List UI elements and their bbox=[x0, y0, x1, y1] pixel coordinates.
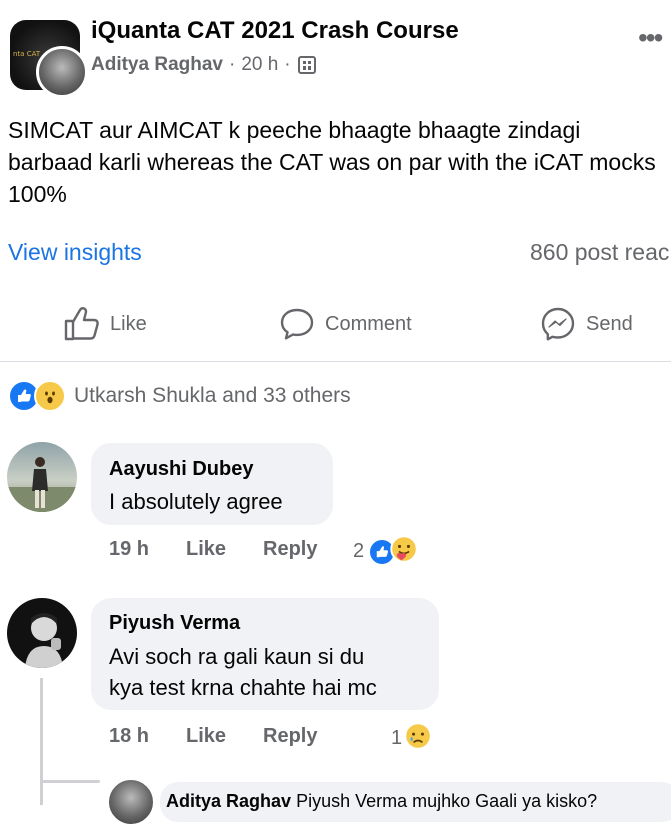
comment-reactions[interactable]: 1 bbox=[391, 722, 432, 755]
comment-bubble[interactable]: Aayushi Dubey I absolutely agree bbox=[91, 443, 333, 525]
view-insights-link[interactable]: View insights bbox=[8, 239, 142, 266]
reply-bubble[interactable]: Aditya Raghav Piyush Verma mujhko Gaali … bbox=[160, 782, 671, 822]
sad-reaction-icon bbox=[404, 722, 432, 755]
reply-text: Piyush Verma mujhko Gaali ya kisko? bbox=[296, 791, 598, 811]
commenter-name[interactable]: Piyush Verma bbox=[109, 612, 240, 635]
send-label: Send bbox=[586, 312, 633, 335]
author-name[interactable]: Aditya Raghav bbox=[91, 54, 223, 76]
comment-reaction-count: 2 bbox=[353, 540, 365, 562]
comment-time[interactable]: 19 h bbox=[109, 538, 149, 561]
post-body: SIMCAT aur AIMCAT k peeche bhaagte bhaag… bbox=[8, 117, 656, 207]
more-options-icon[interactable]: ••• bbox=[638, 22, 663, 54]
comment-like-button[interactable]: Like bbox=[186, 725, 226, 748]
reply-thread-branch bbox=[40, 780, 100, 783]
commenter-avatar[interactable] bbox=[7, 442, 77, 512]
comment-reply-button[interactable]: Reply bbox=[263, 725, 317, 748]
comment-reactions[interactable]: 2 bbox=[353, 535, 418, 568]
person-photo-icon bbox=[7, 457, 77, 512]
reactions-summary-text: Utkarsh Shukla and 33 others bbox=[74, 384, 351, 407]
comment-time[interactable]: 18 h bbox=[109, 725, 149, 748]
reply-avatar[interactable] bbox=[107, 778, 155, 826]
divider bbox=[0, 361, 671, 362]
comment-reply-button[interactable]: Reply bbox=[263, 538, 317, 561]
commenter-avatar[interactable] bbox=[7, 598, 77, 668]
author-avatar[interactable] bbox=[36, 46, 88, 98]
comment-text-line-2: kya test krna chahte hai mc bbox=[109, 675, 377, 700]
post-meta: Aditya Raghav · 20 h · bbox=[91, 54, 317, 76]
meta-separator-2: · bbox=[284, 54, 291, 75]
post-actions: Like Comment Send bbox=[0, 296, 671, 352]
group-avatar-text: nta CAT bbox=[13, 50, 41, 58]
comment-text: I absolutely agree bbox=[109, 489, 283, 514]
post-time[interactable]: 20 h bbox=[241, 54, 278, 76]
send-button[interactable]: Send bbox=[540, 296, 633, 352]
like-button[interactable]: Like bbox=[62, 296, 147, 352]
comment-text-line-1: Avi soch ra gali kaun si du bbox=[109, 644, 365, 669]
comment-bubble-icon bbox=[280, 308, 314, 340]
comment-bubble[interactable]: Piyush Verma Avi soch ra gali kaun si du… bbox=[91, 598, 439, 710]
reply-thread-line bbox=[40, 678, 43, 805]
reactions-summary[interactable]: Utkarsh Shukla and 33 others bbox=[8, 380, 351, 412]
comment-button[interactable]: Comment bbox=[279, 296, 412, 352]
person-photo-icon bbox=[25, 613, 63, 668]
meta-separator: · bbox=[228, 54, 236, 75]
comment-reaction-count: 1 bbox=[391, 727, 403, 749]
reply-author[interactable]: Aditya Raghav bbox=[166, 791, 291, 811]
comment-label: Comment bbox=[325, 312, 412, 335]
group-privacy-icon bbox=[297, 56, 316, 74]
post-reach: 860 post reac bbox=[530, 239, 670, 265]
like-label: Like bbox=[110, 312, 147, 335]
comment-like-button[interactable]: Like bbox=[186, 538, 226, 561]
group-name[interactable]: iQuanta CAT 2021 Crash Course bbox=[91, 17, 459, 45]
commenter-name[interactable]: Aayushi Dubey bbox=[109, 458, 253, 481]
thumbs-up-icon bbox=[64, 307, 99, 341]
reply-content: Aditya Raghav Piyush Verma mujhko Gaali … bbox=[166, 791, 597, 812]
wow-reaction-icon bbox=[34, 380, 66, 412]
care-reaction-icon bbox=[390, 535, 418, 568]
messenger-icon bbox=[541, 307, 575, 341]
